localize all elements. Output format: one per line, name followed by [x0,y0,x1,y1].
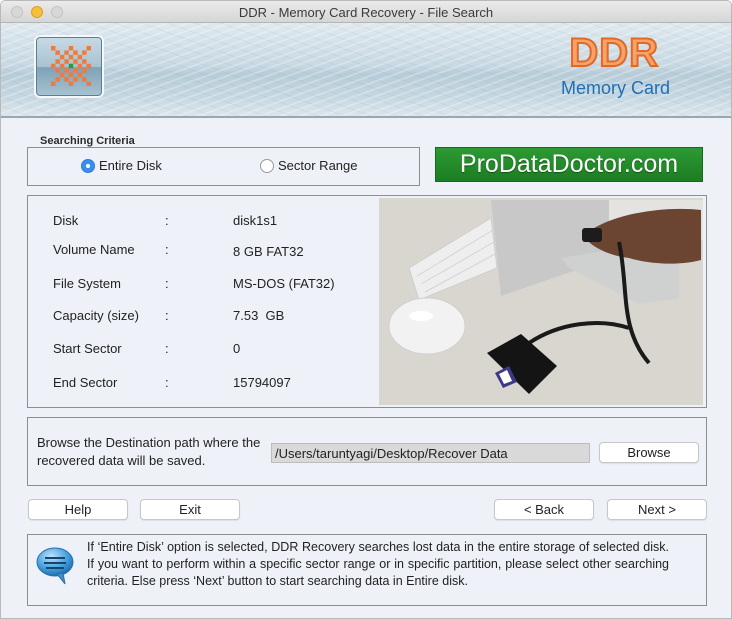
app-logo [34,35,104,98]
row-separator: : [165,375,169,390]
radio-entire-disk[interactable]: Entire Disk [81,158,162,173]
searching-criteria-legend: Searching Criteria [37,135,138,147]
exit-button[interactable]: Exit [140,499,240,520]
row-separator: : [165,276,169,291]
radio-label: Entire Disk [99,158,162,173]
next-button[interactable]: Next > [607,499,707,520]
row-value: MS-DOS (FAT32) [233,276,335,291]
row-label: Start Sector [53,341,122,356]
browse-button[interactable]: Browse [599,442,699,463]
destination-description: Browse the Destination path where the re… [37,435,261,468]
row-separator: : [165,308,169,323]
help-button[interactable]: Help [28,499,128,520]
card-reader-photo [379,198,703,405]
radio-unselected-icon [260,158,274,173]
brand-title: DDR [568,30,659,76]
row-label: Volume Name [53,242,135,257]
speech-bubble-icon [36,547,74,585]
window-title: DDR - Memory Card Recovery - File Search [238,5,494,20]
back-button[interactable]: < Back [494,499,594,520]
card-reader-illustration [379,198,703,405]
row-value: 0 [233,341,241,356]
header-banner: DDR Memory Card [1,23,731,118]
tip-text: If ‘Entire Disk’ option is selected, DDR… [87,540,669,588]
row-value: 15794097 [233,375,291,390]
row-separator: : [165,341,169,356]
row-label: Disk [53,213,79,228]
title-bar: DDR - Memory Card Recovery - File Search [1,1,731,23]
row-value: disk1s1 [233,213,278,228]
radio-selected-icon [81,158,95,173]
radio-sector-range[interactable]: Sector Range [260,158,358,173]
row-label: File System [53,276,121,291]
row-label: Capacity (size) [53,308,139,323]
row-value: 8 GB FAT32 [233,244,304,259]
row-value: 7.53 GB [233,308,285,323]
row-separator: : [165,213,169,228]
checkered-logo-icon [51,46,91,86]
prodatadoctor-banner[interactable]: ProDataDoctor.com [435,147,703,182]
destination-path-field[interactable]: /Users/taruntyagi/Desktop/Recover Data [271,443,590,463]
brand-subtitle: Memory Card [560,78,670,98]
row-separator: : [165,242,169,257]
app-window: DDR - Memory Card Recovery - File Search… [0,0,732,619]
radio-label: Sector Range [278,158,358,173]
row-label: End Sector [53,375,118,390]
